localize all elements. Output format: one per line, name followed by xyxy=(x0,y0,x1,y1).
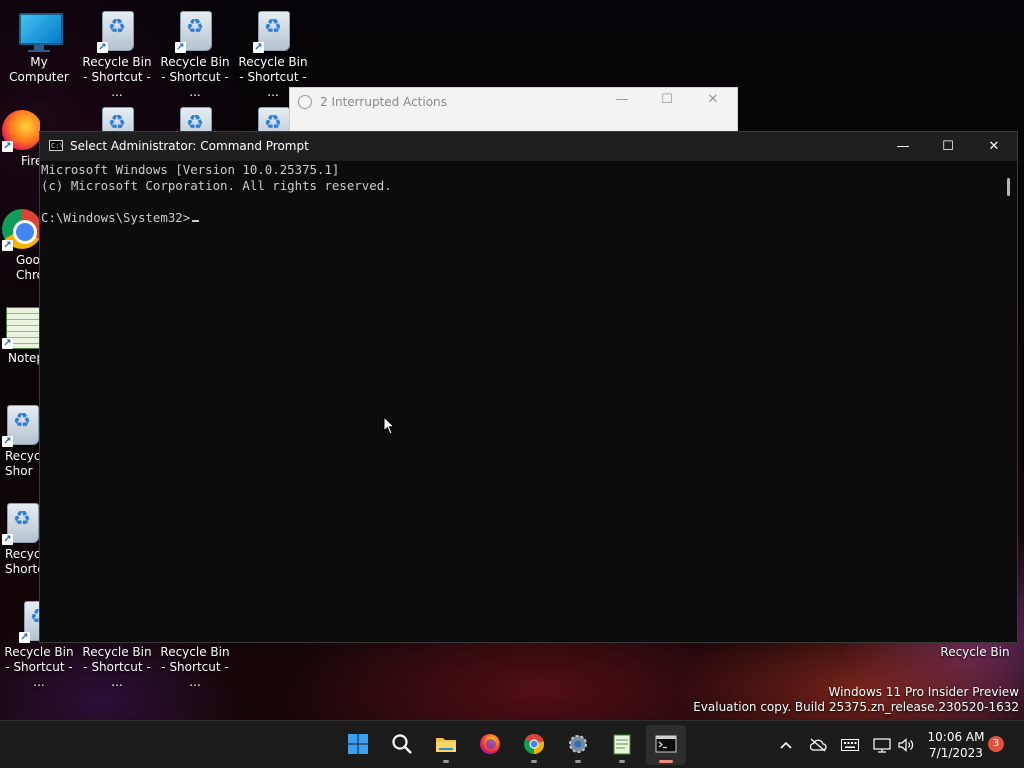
dialog-title: 2 Interrupted Actions xyxy=(320,95,447,109)
chevron-up-icon xyxy=(780,741,792,749)
scrollbar-thumb[interactable] xyxy=(1007,178,1010,196)
console-prompt: C:\Windows\System32> xyxy=(41,210,191,225)
keyboard-tray-button[interactable] xyxy=(838,721,862,768)
command-prompt-icon: C:\ xyxy=(49,140,64,151)
clock-icon xyxy=(298,95,312,109)
taskbar-chrome[interactable] xyxy=(514,725,554,765)
search-icon xyxy=(392,734,412,754)
clock-button[interactable]: 10:06 AM 7/1/2023 xyxy=(926,729,986,761)
running-indicator xyxy=(575,760,581,763)
desktop: My Computer ↗ Recycle Bin - Shortcut - .… xyxy=(0,0,1024,768)
desktop-icon-recycle-bin-shortcut[interactable]: ↗ Recycl Shor xyxy=(0,403,40,479)
vertical-scrollbar[interactable] xyxy=(1001,162,1017,642)
close-button[interactable]: ✕ xyxy=(971,132,1017,161)
close-button[interactable]: ✕ xyxy=(698,92,728,107)
notification-badge[interactable]: 3 xyxy=(988,736,1004,752)
network-tray-button[interactable] xyxy=(870,721,894,768)
show-hidden-icons-button[interactable] xyxy=(776,721,796,768)
recycle-bin-icon xyxy=(95,105,139,131)
windows-logo-icon xyxy=(348,734,368,754)
console-line: Microsoft Windows [Version 10.0.25375.1] xyxy=(41,162,340,177)
watermark-edition: Windows 11 Pro Insider Preview xyxy=(828,685,1019,699)
window-titlebar[interactable]: C:\ Select Administrator: Command Prompt… xyxy=(40,132,1017,161)
text-cursor xyxy=(192,220,200,222)
chrome-icon xyxy=(524,733,545,754)
running-indicator xyxy=(531,760,537,763)
maximize-button[interactable]: ☐ xyxy=(652,92,682,107)
search-button[interactable] xyxy=(382,725,422,765)
mouse-pointer-icon xyxy=(383,416,395,435)
console-output[interactable]: Microsoft Windows [Version 10.0.25375.1]… xyxy=(40,162,1001,642)
desktop-icon-label: My Computer xyxy=(9,55,69,84)
network-icon xyxy=(873,738,891,753)
window-title: Select Administrator: Command Prompt xyxy=(70,139,309,153)
firefox-icon: ↗ xyxy=(0,108,40,152)
desktop-icon-label: Recycle Bin - Shortcut - ... xyxy=(160,645,230,689)
minimize-button[interactable]: — xyxy=(880,132,926,161)
desktop-icon-label: Recycle Bin - Shortcut - ... xyxy=(4,645,74,689)
desktop-icon-notepad[interactable]: ↗ Notep xyxy=(0,305,40,366)
windows-watermark: Windows 11 Pro Insider Preview Evaluatio… xyxy=(693,685,1019,715)
desktop-icon-label: Notep xyxy=(8,351,40,365)
desktop-icon-recycle-bin-partial[interactable] xyxy=(79,105,155,131)
desktop-icon-label: Recycl Shor xyxy=(5,449,40,478)
taskbar-settings[interactable] xyxy=(558,725,598,765)
firefox-icon xyxy=(480,734,500,754)
keyboard-icon xyxy=(841,739,859,751)
recycle-bin-icon: ↗ xyxy=(251,9,295,53)
clock-date: 7/1/2023 xyxy=(929,746,983,760)
gear-icon xyxy=(569,735,587,753)
desktop-icon-label: Recycle Bin - Shortcut - ... xyxy=(82,645,152,689)
desktop-icon-recycle-bin-shortcut[interactable]: ↗ Recycle Bin - Shortcut - ... xyxy=(157,9,233,100)
cloud-offline-icon xyxy=(809,738,827,752)
console-prompt-line: C:\Windows\System32> xyxy=(41,210,1001,226)
desktop-icon-recycle-bin-shortcut[interactable]: ↗ Recycle Bin - Shortcut - ... xyxy=(79,9,155,100)
recycle-bin-icon xyxy=(173,105,217,131)
terminal-icon xyxy=(655,735,677,753)
desktop-icon-firefox[interactable]: ↗ Fire xyxy=(0,108,40,169)
desktop-icon-label: Recycle Bin xyxy=(940,645,1010,659)
desktop-icon-chrome[interactable]: ↗ Goo Chro xyxy=(0,207,40,283)
desktop-icon-label: Recycle Bin - Shortcut - ... xyxy=(82,55,152,99)
folder-icon xyxy=(436,738,456,752)
command-prompt-window[interactable]: C:\ Select Administrator: Command Prompt… xyxy=(39,131,1018,643)
desktop-icon-label: Recycle Bin - Shortcut - ... xyxy=(160,55,230,99)
taskbar: 10:06 AM 7/1/2023 xyxy=(0,720,1024,768)
maximize-button[interactable]: ☐ xyxy=(925,132,971,161)
taskbar-notepad[interactable] xyxy=(602,725,642,765)
minimize-button[interactable]: — xyxy=(607,92,637,107)
desktop-icon-recycle-bin-shortcut[interactable]: ↗ Recycl Shortc xyxy=(0,501,40,577)
volume-tray-button[interactable] xyxy=(895,721,917,768)
start-button[interactable] xyxy=(338,725,378,765)
console-line: (c) Microsoft Corporation. All rights re… xyxy=(41,178,392,193)
speaker-icon xyxy=(898,738,914,752)
desktop-icon-recycle-bin-partial[interactable] xyxy=(157,105,233,131)
desktop-icon-label: Recycl Shortc xyxy=(5,547,40,576)
recycle-bin-icon: ↗ xyxy=(173,9,217,53)
chrome-icon: ↗ xyxy=(0,207,40,251)
desktop-icon-label: Goo Chro xyxy=(16,253,40,282)
recycle-bin-icon: ↗ xyxy=(95,9,139,53)
desktop-icon-my-computer[interactable]: My Computer xyxy=(1,9,77,85)
taskbar-command-prompt[interactable] xyxy=(646,725,686,765)
taskbar-file-explorer[interactable] xyxy=(426,725,466,765)
watermark-build: Evaluation copy. Build 25375.zn_release.… xyxy=(693,700,1019,714)
recycle-bin-icon: ↗ xyxy=(0,501,40,545)
running-indicator xyxy=(619,760,625,763)
onedrive-tray-button[interactable] xyxy=(806,721,830,768)
notepad-icon xyxy=(613,734,631,755)
desktop-icon-label: Fire xyxy=(21,154,40,168)
taskbar-firefox[interactable] xyxy=(470,725,510,765)
notepad-icon: ↗ xyxy=(0,305,40,349)
running-indicator xyxy=(659,760,673,763)
clock-time: 10:06 AM xyxy=(927,730,985,744)
recycle-bin-icon: ↗ xyxy=(0,403,40,447)
running-indicator xyxy=(443,760,449,763)
monitor-icon xyxy=(17,9,63,53)
